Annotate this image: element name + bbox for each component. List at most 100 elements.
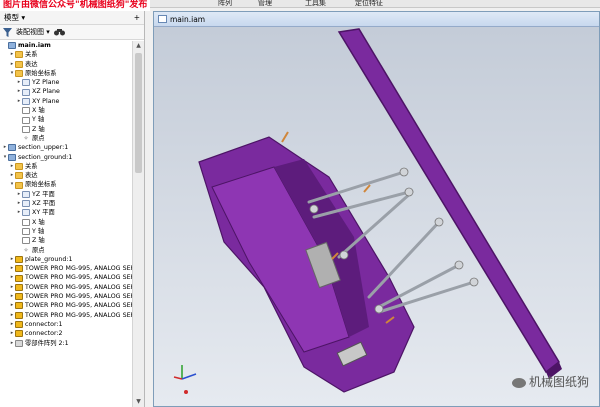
browser-tree: main.iam ▸ 关系 ▸ 表达 ▾ 原始坐标系 ▸ YZ Plane ▸ XZ Plane ▸ X… bbox=[0, 41, 132, 407]
axis-icon bbox=[22, 228, 30, 236]
tree-item[interactable]: ▸ 关系 bbox=[0, 50, 132, 59]
tree-item[interactable]: ▸ 零部件阵列 2:1 bbox=[0, 339, 132, 348]
binoculars-icon[interactable] bbox=[53, 28, 65, 36]
tree-item[interactable]: ▸ 表达 bbox=[0, 171, 132, 180]
model-render bbox=[173, 28, 562, 394]
tree-item[interactable]: ▸ XZ 平面 bbox=[0, 199, 132, 208]
tree-item[interactable]: ▸ connector:2 bbox=[0, 329, 132, 338]
tree-item[interactable]: ▸ 表达 bbox=[0, 60, 132, 69]
tree-item-label: TOWER PRO MG-995, ANALOG SERV bbox=[25, 274, 132, 282]
browser-title-dropdown[interactable]: 模型 ▾ bbox=[4, 12, 134, 23]
tree-item[interactable]: ▸ XZ Plane bbox=[0, 87, 132, 96]
ribbon-tab-manage[interactable]: 管理 bbox=[258, 0, 272, 8]
tree-item-label: 原始坐标系 bbox=[25, 181, 57, 189]
tree-item[interactable]: X 轴 bbox=[0, 218, 132, 227]
tree-item-label: 原点 bbox=[32, 134, 45, 142]
folder-icon bbox=[15, 70, 23, 78]
part-icon bbox=[15, 274, 23, 282]
tree-item-label: XY Plane bbox=[32, 97, 60, 105]
tree-item[interactable]: ▸ section_upper:1 bbox=[0, 143, 132, 152]
tree-item-label: XY 平面 bbox=[32, 209, 55, 217]
axis-icon bbox=[22, 116, 30, 124]
tree-item-label: Z 轴 bbox=[32, 125, 45, 133]
tree-item[interactable]: ▾ section_ground:1 bbox=[0, 153, 132, 162]
part-icon bbox=[15, 311, 23, 319]
tree-item[interactable]: ▸ 关系 bbox=[0, 162, 132, 171]
asm-icon bbox=[8, 153, 16, 161]
tree-item-label: XZ 平面 bbox=[32, 200, 56, 208]
wechat-icon bbox=[511, 377, 526, 388]
plane-icon bbox=[22, 209, 30, 217]
view-selector[interactable]: 装配视图 ▾ bbox=[16, 27, 50, 37]
tree-item[interactable]: ▸ TOWER PRO MG-995, ANALOG SERV bbox=[0, 301, 132, 310]
tree-item[interactable]: ▸ TOWER PRO MG-995, ANALOG SERV bbox=[0, 283, 132, 292]
plane-icon bbox=[22, 97, 30, 105]
tree-item-label: connector:2 bbox=[25, 330, 63, 338]
watermark-bottom: 机械图纸狗 bbox=[511, 373, 589, 390]
tree-item-label: 零部件阵列 2:1 bbox=[25, 339, 69, 347]
tree-item[interactable]: ▸ connector:1 bbox=[0, 320, 132, 329]
chevron-down-icon: ▾ bbox=[21, 13, 26, 22]
plane-icon bbox=[22, 79, 30, 87]
tree-item[interactable]: ▸ TOWER PRO MG-995, ANALOG SERV bbox=[0, 264, 132, 273]
tree-item-label: TOWER PRO MG-995, ANALOG SERV bbox=[25, 302, 132, 310]
plane-icon bbox=[22, 190, 30, 198]
watermark-top: 图片由微信公众号"机械图纸狗"发布 bbox=[0, 0, 151, 11]
scroll-thumb[interactable] bbox=[135, 53, 142, 173]
graphics-window: main.iam 机械图纸狗 bbox=[153, 11, 600, 407]
document-icon bbox=[158, 15, 167, 23]
tree-item[interactable]: ▸ XY Plane bbox=[0, 97, 132, 106]
tree-item-label: TOWER PRO MG-995, ANALOG SERV bbox=[25, 265, 132, 273]
asm-icon bbox=[8, 42, 16, 50]
funnel-icon[interactable] bbox=[3, 27, 12, 37]
tree-item[interactable]: ▸ TOWER PRO MG-995, ANALOG SERV bbox=[0, 273, 132, 282]
add-icon[interactable]: + bbox=[134, 13, 140, 22]
plane-icon bbox=[22, 88, 30, 96]
axis-icon bbox=[22, 237, 30, 245]
browser-header: 模型 ▾ + bbox=[0, 11, 144, 25]
asm-icon bbox=[8, 144, 16, 152]
graphics-window-tab[interactable]: main.iam bbox=[154, 12, 599, 27]
tree-item[interactable]: ▾ 原始坐标系 bbox=[0, 69, 132, 78]
ribbon-tab-workfeatures[interactable]: 定位特征 bbox=[355, 0, 383, 8]
folder-icon bbox=[15, 60, 23, 68]
tree-item[interactable]: Y 轴 bbox=[0, 227, 132, 236]
tree-item[interactable]: ▾ 原始坐标系 bbox=[0, 180, 132, 189]
tree-item[interactable]: ✧ 原点 bbox=[0, 134, 132, 143]
model-browser: 模型 ▾ + 装配视图 ▾ main.iam ▸ 关系 ▸ 表达 ▾ 原始坐标系 ▸ YZ Pl… bbox=[0, 11, 145, 407]
tree-item-label: 表达 bbox=[25, 172, 38, 180]
tree-item[interactable]: ▸ XY 平面 bbox=[0, 208, 132, 217]
ribbon-tab-pattern[interactable]: 阵列 bbox=[218, 0, 232, 8]
part-icon bbox=[15, 321, 23, 329]
3d-viewport[interactable]: 机械图纸狗 bbox=[154, 27, 599, 406]
tree-item[interactable]: Y 轴 bbox=[0, 115, 132, 124]
browser-scrollbar[interactable]: ▲ ▼ bbox=[132, 41, 144, 407]
tree-item[interactable]: X 轴 bbox=[0, 106, 132, 115]
tree-item[interactable]: Z 轴 bbox=[0, 125, 132, 134]
tree-item[interactable]: ▸ YZ Plane bbox=[0, 78, 132, 87]
tree-item-label: Y 轴 bbox=[32, 227, 45, 235]
tree-item[interactable]: ✧ 原点 bbox=[0, 246, 132, 255]
scroll-up-icon[interactable]: ▲ bbox=[133, 41, 144, 51]
tree-item[interactable]: ▸ plate_ground:1 bbox=[0, 255, 132, 264]
tree-item-label: TOWER PRO MG-995, ANALOG SERV bbox=[25, 311, 132, 319]
browser-toolbar: 装配视图 ▾ bbox=[0, 25, 144, 40]
part-icon bbox=[15, 293, 23, 301]
tree-item[interactable]: ▸ TOWER PRO MG-995, ANALOG SERV bbox=[0, 292, 132, 301]
graphics-window-title: main.iam bbox=[170, 14, 206, 24]
tree-item-label: XZ Plane bbox=[32, 88, 60, 96]
ribbon-tab-tools[interactable]: 工具集 bbox=[305, 0, 326, 8]
scroll-down-icon[interactable]: ▼ bbox=[133, 397, 144, 407]
tree-item-label: X 轴 bbox=[32, 107, 45, 115]
tree-item-label: 关系 bbox=[25, 162, 38, 170]
tree-item-label: Z 轴 bbox=[32, 237, 45, 245]
tree-item-label: YZ Plane bbox=[32, 79, 60, 87]
axis-icon bbox=[22, 125, 30, 133]
part-icon bbox=[15, 283, 23, 291]
tree-item[interactable]: ▸ YZ 平面 bbox=[0, 190, 132, 199]
folder-icon bbox=[15, 172, 23, 180]
tree-item[interactable]: main.iam bbox=[0, 41, 132, 50]
part-icon bbox=[15, 302, 23, 310]
tree-item[interactable]: ▸ TOWER PRO MG-995, ANALOG SERV bbox=[0, 311, 132, 320]
tree-item[interactable]: Z 轴 bbox=[0, 236, 132, 245]
